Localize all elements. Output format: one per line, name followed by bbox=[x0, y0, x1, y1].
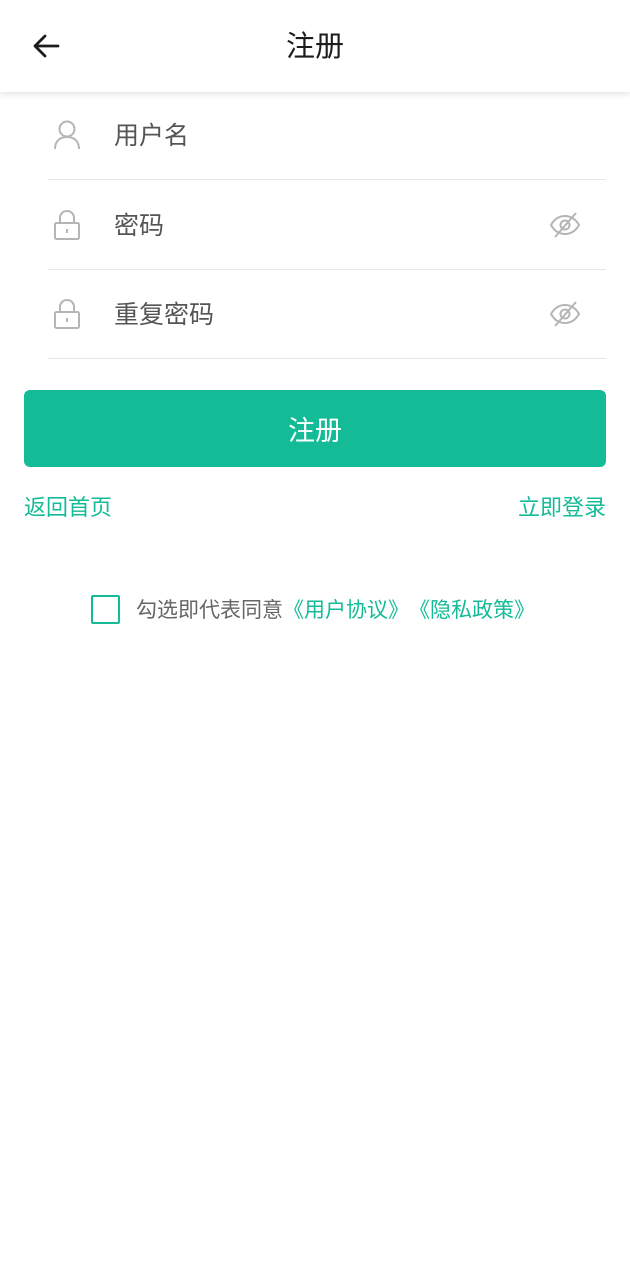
login-now-link[interactable]: 立即登录 bbox=[518, 494, 606, 524]
password-field bbox=[48, 180, 606, 270]
register-page: 注册 用户名 注册 返回首页 立即登录 勾选即代表同意 《用户协议》 《隐私政策… bbox=[0, 0, 630, 1280]
user-icon bbox=[52, 118, 82, 152]
user-agreement-link[interactable]: 《用户协议》 bbox=[283, 594, 409, 624]
eye-off-icon[interactable] bbox=[548, 297, 582, 331]
password-input[interactable] bbox=[114, 202, 514, 248]
eye-off-icon[interactable] bbox=[548, 208, 582, 242]
back-home-link[interactable]: 返回首页 bbox=[24, 494, 112, 524]
page-title: 注册 bbox=[285, 29, 344, 63]
agreement-row: 勾选即代表同意 《用户协议》 《隐私政策》 bbox=[91, 592, 535, 626]
register-button[interactable]: 注册 bbox=[24, 390, 606, 467]
agreement-text: 勾选即代表同意 bbox=[136, 598, 283, 622]
lock-icon bbox=[52, 208, 82, 242]
app-header: 注册 bbox=[0, 0, 630, 92]
lock-icon bbox=[52, 297, 82, 331]
username-field bbox=[48, 90, 606, 180]
agreement-checkbox[interactable] bbox=[91, 594, 120, 624]
privacy-policy-link[interactable]: 《隐私政策》 bbox=[409, 594, 535, 624]
username-input[interactable] bbox=[114, 112, 514, 158]
repeat-password-input[interactable] bbox=[114, 291, 514, 337]
repeat-password-field bbox=[48, 269, 606, 359]
